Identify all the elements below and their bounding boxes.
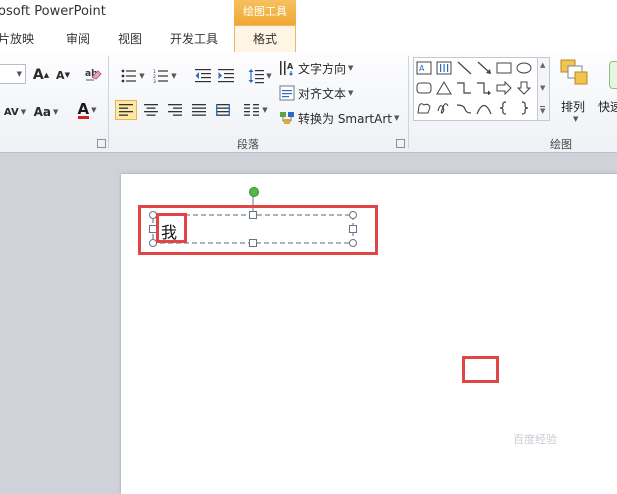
left-brace-shape-icon[interactable] [495, 100, 513, 116]
line-spacing-icon [248, 69, 265, 84]
rectangle-shape-icon[interactable] [495, 60, 513, 76]
gallery-more-icon[interactable]: ▼ [540, 106, 546, 115]
shrink-font-icon: A [56, 68, 65, 82]
grow-font-button[interactable]: A ▲ [30, 65, 52, 85]
distributed-button[interactable] [212, 100, 234, 120]
font-color-icon: A [77, 99, 90, 119]
decrease-indent-button[interactable] [193, 66, 213, 86]
shapes-gallery-scrollbar[interactable]: ▲ ▼ ▼ [538, 57, 550, 121]
align-right-icon [168, 104, 182, 116]
paragraph-dialog-launcher[interactable] [396, 139, 405, 148]
group-separator [108, 56, 109, 148]
clear-formatting-icon: ab [85, 69, 102, 81]
change-case-button[interactable]: Aa ▼ [32, 102, 60, 122]
scroll-up-icon[interactable]: ▲ [540, 61, 545, 69]
increase-indent-button[interactable] [216, 66, 236, 86]
elbow-arrow-connector-shape-icon[interactable] [475, 80, 493, 96]
oval-shape-icon[interactable] [515, 60, 533, 76]
distributed-icon [216, 104, 230, 116]
ribbon: ▼ A ▲ A ▼ ab AV ▼ Aa ▼ A ▼ ▼ 1 2 3 ▼ ▼ A… [0, 52, 617, 153]
svg-text:A: A [287, 62, 294, 71]
down-arrow-shape-icon[interactable] [515, 80, 533, 96]
line-spacing-button[interactable]: ▼ [246, 66, 274, 86]
triangle-shape-icon[interactable] [435, 80, 453, 96]
arrange-label: 排列 [561, 100, 586, 114]
rotate-handle[interactable] [249, 187, 259, 197]
paragraph-group-label: 段落 [237, 138, 259, 151]
drawing-group-label: 绘图 [550, 138, 572, 151]
group-separator [408, 56, 409, 148]
scribble-shape-icon[interactable] [435, 100, 453, 116]
text-direction-label: 文字方向 [298, 61, 347, 76]
chevron-down-icon: ▼ [16, 70, 22, 78]
ribbon-tab-row: 片放映 审阅 视图 开发工具 格式 [0, 25, 617, 53]
justify-icon [192, 104, 206, 116]
window-title: osoft PowerPoint [0, 4, 106, 19]
tab-view[interactable]: 视图 [118, 30, 142, 47]
tab-slideshow[interactable]: 片放映 [0, 30, 34, 47]
align-center-icon [144, 104, 158, 116]
text-direction-button[interactable]: A 文字方向 ▼ [279, 58, 359, 78]
font-size-combobox[interactable]: ▼ [0, 64, 26, 84]
char-spacing-icon: AV [3, 106, 19, 118]
numbering-icon: 1 2 3 [153, 69, 169, 83]
align-center-button[interactable] [140, 100, 162, 120]
increase-indent-icon [218, 69, 234, 83]
columns-icon [244, 104, 260, 116]
change-case-icon: Aa [33, 105, 51, 119]
justify-button[interactable] [188, 100, 210, 120]
shapes-gallery[interactable]: A [413, 57, 538, 121]
grow-font-icon: A [32, 67, 44, 83]
curve-shape-icon[interactable] [455, 100, 473, 116]
font-dialog-launcher[interactable] [97, 139, 106, 148]
text-direction-icon: A [280, 61, 294, 76]
watermark: 百度经验 [513, 433, 557, 446]
quick-styles-button[interactable]: 快速 [597, 56, 617, 126]
smartart-icon [280, 112, 294, 124]
rounded-rectangle-shape-icon[interactable] [415, 80, 433, 96]
arc-shape-icon[interactable] [475, 100, 493, 116]
svg-text:3: 3 [153, 79, 156, 83]
arrow-line-shape-icon[interactable] [475, 60, 493, 76]
character-spacing-button[interactable]: AV ▼ [2, 102, 28, 122]
numbering-button[interactable]: 1 2 3 ▼ [150, 66, 180, 86]
title-bar: osoft PowerPoint 绘图工具 [0, 0, 617, 26]
svg-text:A: A [419, 64, 425, 73]
line-shape-icon[interactable] [455, 60, 473, 76]
tab-review[interactable]: 审阅 [66, 30, 90, 47]
annotation-highlight-empty [462, 356, 499, 383]
drawing-tools-context-label: 绘图工具 [234, 0, 296, 26]
quick-styles-icon [609, 61, 617, 89]
tab-format[interactable]: 格式 [234, 25, 296, 52]
align-left-icon [119, 104, 133, 116]
vertical-text-box-shape-icon[interactable] [435, 60, 453, 76]
tab-developer[interactable]: 开发工具 [170, 30, 218, 47]
right-arrow-shape-icon[interactable] [495, 80, 513, 96]
freeform-shape-icon[interactable] [415, 100, 433, 116]
right-brace-shape-icon[interactable] [515, 100, 533, 116]
convert-to-smartart-button[interactable]: 转换为 SmartArt ▼ [279, 108, 403, 128]
shrink-font-button[interactable]: A ▼ [54, 65, 72, 85]
columns-button[interactable]: ▼ [242, 100, 270, 120]
decrease-indent-icon [195, 69, 211, 83]
bullets-icon [121, 69, 137, 83]
align-text-icon [279, 85, 295, 101]
bullets-button[interactable]: ▼ [118, 66, 148, 86]
scroll-down-icon[interactable]: ▼ [540, 84, 545, 92]
arrange-icon [560, 59, 588, 85]
align-text-button[interactable]: 对齐文本 ▼ [279, 83, 359, 103]
text-box-shape-icon[interactable]: A [415, 60, 433, 76]
convert-smartart-label: 转换为 SmartArt [298, 111, 392, 126]
chevron-down-icon: ▼ [573, 115, 579, 123]
font-color-button[interactable]: A ▼ [72, 100, 102, 120]
align-left-button[interactable] [115, 100, 137, 120]
arrange-button[interactable]: 排列 ▼ [556, 56, 592, 126]
clear-formatting-button[interactable]: ab [82, 64, 104, 84]
elbow-connector-shape-icon[interactable] [455, 80, 473, 96]
align-text-label: 对齐文本 [298, 86, 347, 101]
align-right-button[interactable] [164, 100, 186, 120]
annotation-highlight-character [156, 213, 187, 243]
quick-styles-label: 快速 [598, 100, 617, 114]
